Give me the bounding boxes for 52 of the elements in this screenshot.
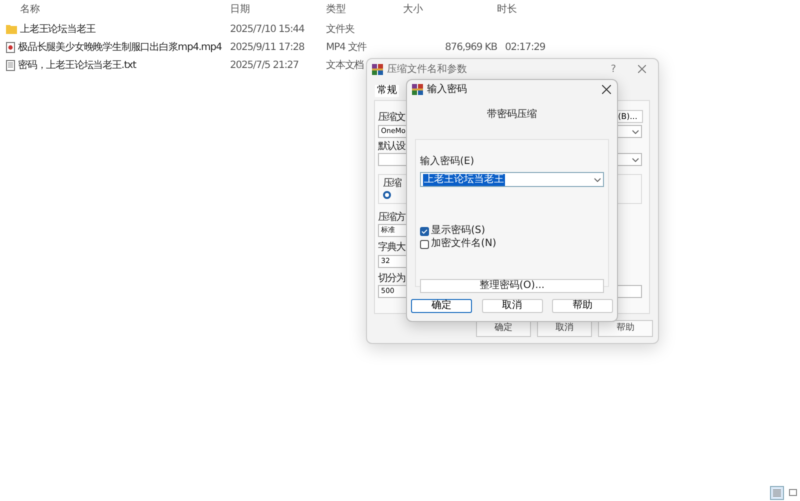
date-cell-text: 2025/9/11 17:28 — [230, 40, 306, 54]
type-cell: 文本文档 — [326, 60, 364, 70]
field-label: 切分为 — [378, 273, 405, 285]
field-label: 压缩文 — [378, 112, 405, 124]
field-label: 默认设 — [378, 141, 405, 153]
field-label: 压缩方 — [378, 212, 405, 224]
details-view-button[interactable] — [770, 486, 784, 500]
square-icon — [789, 489, 797, 497]
column-header[interactable]: 类型 — [326, 2, 403, 16]
file-name[interactable]: 极品长腿美少女晚晚学生制服口出白浆mp4.mp4 — [18, 40, 222, 54]
group-label: 压缩 — [383, 178, 401, 190]
text-file-icon — [6, 60, 15, 70]
chevron-down-icon — [632, 158, 639, 162]
password-combobox[interactable]: 上老王论坛当老王 — [420, 172, 604, 187]
window-title: 压缩文件名和参数 — [387, 62, 467, 76]
window-title: 输入密码 — [427, 82, 467, 97]
column-header[interactable]: 大小 — [403, 2, 497, 16]
checkbox-label: 显示密码(S) — [431, 226, 486, 236]
duration-cell: 02:17:29 — [505, 42, 546, 52]
type-cell: MP4 文件 — [326, 42, 367, 52]
file-name[interactable]: 密码，上老王论坛当老王.txt — [18, 58, 136, 72]
dialog-button[interactable]: 帮助 — [598, 320, 653, 337]
archive-app-icon — [372, 64, 383, 74]
date-cell-text: 2025/7/10 15:44 — [230, 22, 306, 36]
checkbox[interactable] — [420, 240, 429, 248]
column-header[interactable]: 日期 — [230, 2, 326, 16]
manage-passwords-button[interactable]: 整理密码(O)... — [420, 279, 604, 293]
chevron-down-icon — [594, 178, 601, 182]
close-icon[interactable] — [602, 85, 611, 94]
dialog-heading: 带密码压缩 — [487, 108, 537, 122]
checkbox-label: 加密文件名(N) — [431, 239, 496, 249]
help-button[interactable]: ? — [610, 62, 616, 76]
tab[interactable]: 常规 — [375, 85, 399, 97]
video-file-icon — [6, 42, 15, 52]
dialog-button[interactable]: 取消 — [482, 299, 542, 313]
size-cell-text: 876,969 KB — [445, 40, 497, 54]
archive-app-icon — [412, 84, 423, 95]
type-cell: 文件夹 — [326, 24, 354, 34]
list-icon — [773, 489, 781, 497]
field-label: 输入密码(E) — [420, 156, 474, 167]
column-header[interactable]: 时长 — [497, 2, 577, 16]
checkbox[interactable] — [420, 226, 429, 236]
date-cell-text: 2025/7/5 21:27 — [230, 58, 300, 72]
file-name[interactable]: 上老王论坛当老王 — [20, 22, 96, 36]
folder-icon — [6, 24, 17, 34]
dialog-button[interactable]: 帮助 — [552, 299, 613, 313]
radio-button[interactable] — [383, 191, 391, 199]
column-header[interactable]: 名称 — [20, 2, 230, 16]
field-label: 字典大 — [378, 242, 405, 254]
dialog-button[interactable]: 确定 — [411, 299, 472, 313]
browse-button[interactable]: (B)... — [617, 110, 643, 123]
chevron-down-icon — [632, 130, 639, 134]
